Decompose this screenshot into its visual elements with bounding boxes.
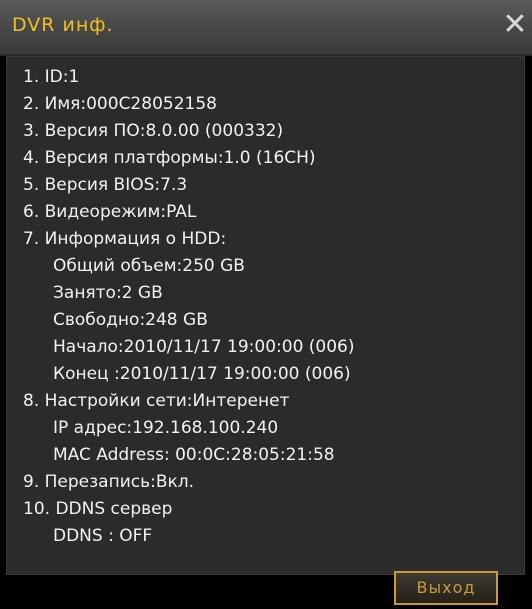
dialog-title: DVR инф. (12, 14, 114, 36)
info-bios-version: 5. Версия BIOS:7.3 (23, 175, 188, 195)
info-hdd-total: Общий объем:250 GB (53, 256, 245, 276)
info-hdd-free: Свободно:248 GB (53, 310, 208, 330)
info-platform-version: 4. Версия платформы:1.0 (16CH) (23, 148, 316, 168)
info-id: 1. ID:1 (23, 67, 80, 87)
info-ddns-status: DDNS : OFF (53, 526, 153, 546)
info-firmware-version: 3. Версия ПО:8.0.00 (000332) (23, 121, 284, 141)
info-ddns-header: 10. DDNS сервер (23, 499, 173, 519)
info-mac-address: MAC Address: 00:0C:28:05:21:58 (53, 445, 335, 465)
info-hdd-used: Занято:2 GB (53, 283, 163, 303)
info-hdd-end: Конец :2010/11/17 19:00:00 (006) (53, 364, 351, 384)
title-bar: DVR инф. ✕ (0, 0, 532, 56)
info-hdd-header: 7. Информация о HDD: (23, 229, 227, 249)
info-hdd-start: Начало:2010/11/17 19:00:00 (006) (53, 337, 355, 357)
close-icon[interactable]: ✕ (502, 10, 528, 40)
dvr-info-dialog: DVR инф. ✕ 1. ID:1 2. Имя:000C28052158 3… (0, 0, 532, 609)
exit-button[interactable]: Выход (394, 571, 498, 605)
info-panel: 1. ID:1 2. Имя:000C28052158 3. Версия ПО… (6, 56, 525, 575)
info-list: 1. ID:1 2. Имя:000C28052158 3. Версия ПО… (23, 64, 355, 550)
info-ip-address: IP адрес:192.168.100.240 (53, 418, 279, 438)
info-overwrite: 9. Перезапись:Вкл. (23, 472, 195, 492)
info-video-mode: 6. Видеорежим:PAL (23, 202, 197, 222)
info-network-settings: 8. Настройки сети:Интеренет (23, 391, 290, 411)
info-name: 2. Имя:000C28052158 (23, 94, 217, 114)
